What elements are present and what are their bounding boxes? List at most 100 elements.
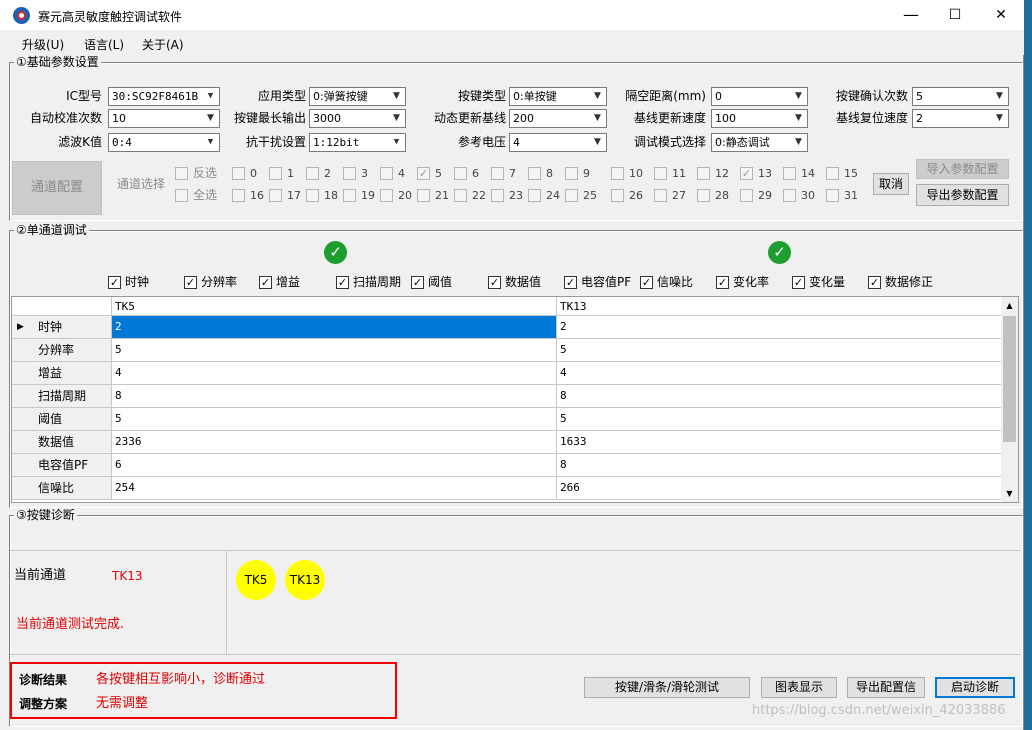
menu-upgrade[interactable]: 升级(U) — [22, 36, 64, 53]
invert-checkbox[interactable] — [175, 167, 188, 180]
channel-checkbox-5[interactable]: ✓ — [417, 167, 430, 180]
channel-checkbox-18[interactable] — [306, 189, 319, 202]
channel-checkbox-9[interactable] — [565, 167, 578, 180]
chart-display-button[interactable]: 图表显示 — [761, 677, 837, 698]
grid-cell[interactable]: 4 — [557, 362, 1003, 385]
column-header-tk13[interactable]: TK13 — [557, 297, 1003, 316]
channel-checkbox-6[interactable] — [454, 167, 467, 180]
channel-checkbox-2[interactable] — [306, 167, 319, 180]
option-checkbox-5[interactable]: ✓ — [488, 276, 501, 289]
row-header[interactable]: 扫描周期 — [12, 385, 112, 408]
scroll-up-icon[interactable]: ▲ — [1001, 297, 1018, 314]
slider-test-button[interactable]: 按键/滑条/滑轮测试 — [584, 677, 750, 698]
channel-checkbox-20[interactable] — [380, 189, 393, 202]
channel-checkbox-14[interactable] — [783, 167, 796, 180]
ref-voltage-select[interactable]: 4 ▼ — [509, 133, 607, 152]
channel-checkbox-25[interactable] — [565, 189, 578, 202]
row-header[interactable]: 分辨率 — [12, 339, 112, 362]
close-button[interactable]: ✕ — [978, 0, 1024, 30]
channel-checkbox-27[interactable] — [654, 189, 667, 202]
option-checkbox-1[interactable]: ✓ — [184, 276, 197, 289]
key-indicator-tk13[interactable]: TK13 — [285, 560, 325, 600]
option-checkbox-6[interactable]: ✓ — [564, 276, 577, 289]
channel-checkbox-13[interactable]: ✓ — [740, 167, 753, 180]
filter-k-select[interactable]: 0:4 ▼ — [108, 133, 220, 152]
channel-checkbox-12[interactable] — [697, 167, 710, 180]
option-checkbox-4[interactable]: ✓ — [411, 276, 424, 289]
menu-language[interactable]: 语言(L) — [84, 36, 124, 53]
grid-cell[interactable]: 266 — [557, 477, 1003, 500]
channel-checkbox-10[interactable] — [611, 167, 624, 180]
grid-cell[interactable]: 6 — [112, 454, 557, 477]
channel-checkbox-7[interactable] — [491, 167, 504, 180]
export-config-button[interactable]: 导出参数配置 — [916, 184, 1009, 206]
grid-cell[interactable]: 254 — [112, 477, 557, 500]
grid-cell[interactable]: 8 — [557, 385, 1003, 408]
row-header[interactable]: 电容值PF — [12, 454, 112, 477]
channel-checkbox-16[interactable] — [232, 189, 245, 202]
scroll-thumb[interactable] — [1003, 316, 1016, 442]
channel-checkbox-28[interactable] — [697, 189, 710, 202]
max-output-select[interactable]: 3000 ▼ — [309, 109, 406, 128]
option-checkbox-2[interactable]: ✓ — [259, 276, 272, 289]
key-indicator-tk5[interactable]: TK5 — [236, 560, 276, 600]
grid-cell[interactable]: 5 — [112, 339, 557, 362]
row-header[interactable]: 数据值 — [12, 431, 112, 454]
column-header-tk5[interactable]: TK5 — [112, 297, 557, 316]
option-checkbox-3[interactable]: ✓ — [336, 276, 349, 289]
gap-select[interactable]: 0 ▼ — [711, 87, 808, 106]
channel-checkbox-24[interactable] — [528, 189, 541, 202]
anti-interf-select[interactable]: 1:12bit ▼ — [309, 133, 406, 152]
auto-cal-select[interactable]: 10 ▼ — [108, 109, 220, 128]
select-all-checkbox[interactable] — [175, 189, 188, 202]
option-checkbox-8[interactable]: ✓ — [716, 276, 729, 289]
row-header[interactable]: 增益 — [12, 362, 112, 385]
channel-data-grid[interactable]: TK5 TK13 ▶ 时钟 2 2 分辨率 5 5 增益 4 4 扫描周期 8 8 阈值 5 5 数据值 2336… — [11, 296, 1019, 503]
baseline-speed-select[interactable]: 100 ▼ — [711, 109, 808, 128]
export-config-info-button[interactable]: 导出配置信 — [847, 677, 925, 698]
grid-cell[interactable]: 2 — [112, 316, 557, 339]
channel-checkbox-29[interactable] — [740, 189, 753, 202]
channel-checkbox-15[interactable] — [826, 167, 839, 180]
dyn-baseline-select[interactable]: 200 ▼ — [509, 109, 607, 128]
row-header[interactable]: 信噪比 — [12, 477, 112, 500]
option-checkbox-9[interactable]: ✓ — [792, 276, 805, 289]
grid-cell[interactable]: 8 — [112, 385, 557, 408]
confirm-times-select[interactable]: 5 ▼ — [912, 87, 1009, 106]
row-header[interactable]: 阈值 — [12, 408, 112, 431]
channel-checkbox-3[interactable] — [343, 167, 356, 180]
baseline-reset-select[interactable]: 2 ▼ — [912, 109, 1009, 128]
channel-checkbox-31[interactable] — [826, 189, 839, 202]
channel-checkbox-17[interactable] — [269, 189, 282, 202]
grid-cell[interactable]: 5 — [557, 408, 1003, 431]
minimize-button[interactable]: — — [888, 0, 934, 30]
option-checkbox-10[interactable]: ✓ — [868, 276, 881, 289]
start-diagnosis-button[interactable]: 启动诊断 — [935, 677, 1015, 698]
scroll-down-icon[interactable]: ▼ — [1001, 485, 1018, 502]
maximize-button[interactable]: ☐ — [932, 0, 978, 30]
grid-cell[interactable]: 1633 — [557, 431, 1003, 454]
grid-cell[interactable]: 2 — [557, 316, 1003, 339]
app-type-select[interactable]: 0:弹簧按键 ▼ — [309, 87, 406, 106]
channel-checkbox-26[interactable] — [611, 189, 624, 202]
channel-checkbox-22[interactable] — [454, 189, 467, 202]
menu-about[interactable]: 关于(A) — [142, 36, 184, 53]
option-checkbox-0[interactable]: ✓ — [108, 276, 121, 289]
channel-checkbox-8[interactable] — [528, 167, 541, 180]
debug-mode-select[interactable]: 0:静态调试 ▼ — [711, 133, 808, 152]
row-header[interactable]: ▶ 时钟 — [12, 316, 112, 339]
channel-checkbox-0[interactable] — [232, 167, 245, 180]
key-type-select[interactable]: 0:单按键 ▼ — [509, 87, 607, 106]
import-config-button[interactable]: 导入参数配置 — [916, 159, 1009, 179]
channel-config-button[interactable]: 通道配置 — [12, 161, 102, 215]
channel-checkbox-23[interactable] — [491, 189, 504, 202]
channel-checkbox-4[interactable] — [380, 167, 393, 180]
channel-checkbox-1[interactable] — [269, 167, 282, 180]
grid-cell[interactable]: 5 — [112, 408, 557, 431]
grid-cell[interactable]: 8 — [557, 454, 1003, 477]
grid-cell[interactable]: 2336 — [112, 431, 557, 454]
grid-vertical-scrollbar[interactable]: ▲ ▼ — [1001, 297, 1018, 502]
channel-checkbox-30[interactable] — [783, 189, 796, 202]
ic-type-select[interactable]: 30:SC92F8461B ▼ — [108, 87, 220, 106]
cancel-button[interactable]: 取消 — [873, 173, 909, 195]
